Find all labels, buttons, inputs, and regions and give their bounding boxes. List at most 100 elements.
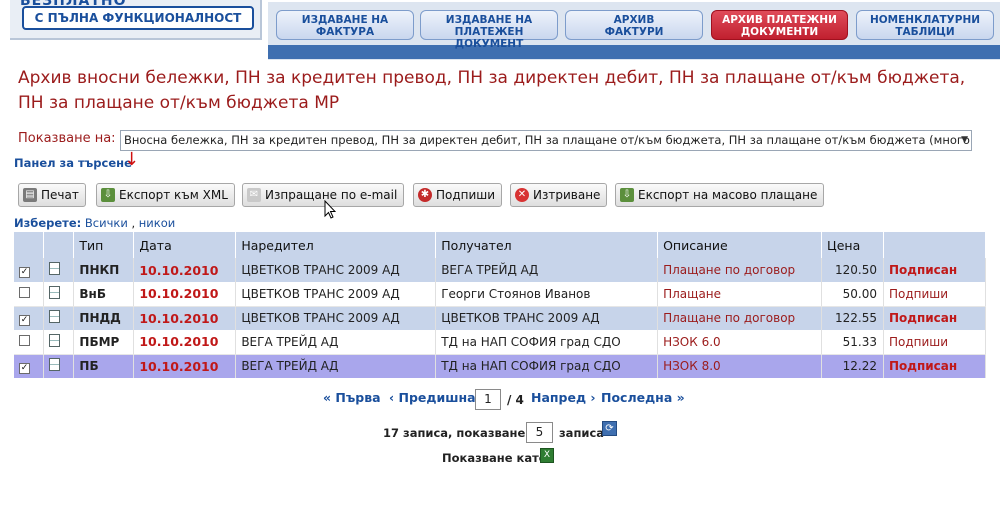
row-description: НЗОК 8.0 xyxy=(657,354,823,378)
print-button[interactable]: ▤ Печат xyxy=(18,183,86,207)
records-count-text: 17 записа, показване на xyxy=(383,426,545,440)
tab-issue-payment-document[interactable]: ИЗДАВАНЕ НА ПЛАТЕЖЕН ДОКУМЕНТ xyxy=(420,10,558,50)
print-button-label: Печат xyxy=(41,188,79,202)
document-icon[interactable] xyxy=(49,285,61,299)
row-sign-link[interactable]: Подпиши xyxy=(883,330,987,355)
row-description: Плащане по договор xyxy=(657,258,823,282)
export-icon: ⇩ xyxy=(101,188,115,202)
table-row[interactable]: ПБМР 10.10.2010 ВЕГА ТРЕЙД АД ТД на НАП … xyxy=(14,330,987,355)
tab-label-line1: ИЗДАВАНЕ НА xyxy=(445,14,533,26)
table-row[interactable]: ВнБ 10.10.2010 ЦВЕТКОВ ТРАНС 2009 АД Гео… xyxy=(14,282,987,307)
selection-line: Изберете: Всички , никои xyxy=(14,216,175,230)
header-description: Описание xyxy=(657,232,823,258)
row-payer: ВЕГА ТРЕЙД АД xyxy=(235,354,437,378)
row-payer: ЦВЕТКОВ ТРАНС 2009 АД xyxy=(235,282,437,307)
row-date: 10.10.2010 xyxy=(133,330,237,355)
row-price: 51.33 xyxy=(821,330,884,355)
row-checkbox-cell xyxy=(14,282,45,307)
table-row[interactable]: ✓ ПНДД 10.10.2010 ЦВЕТКОВ ТРАНС 2009 АД … xyxy=(14,306,987,330)
document-icon[interactable] xyxy=(49,333,61,347)
header-checkbox-col xyxy=(14,232,45,258)
row-price: 122.55 xyxy=(821,306,884,330)
row-checkbox[interactable] xyxy=(19,334,30,346)
tab-label-line1: ИЗДАВАНЕ НА xyxy=(301,14,389,26)
row-icon-cell xyxy=(43,258,75,282)
tab-archive-payment-documents[interactable]: АРХИВ ПЛАТЕЖНИ ДОКУМЕНТИ xyxy=(711,10,848,40)
row-payee: Георги Стоянов Иванов xyxy=(435,282,659,307)
delete-button[interactable]: ✕ Изтриване xyxy=(510,183,608,207)
export-icon: ⇩ xyxy=(620,188,634,202)
row-checkbox[interactable]: ✓ xyxy=(19,362,30,374)
document-icon[interactable] xyxy=(49,358,61,372)
arrow-down-icon: ↓ xyxy=(124,149,140,170)
row-type: ПНКП xyxy=(73,258,135,282)
export-bulk-payment-button[interactable]: ⇩ Експорт на масово плащане xyxy=(615,183,825,207)
row-checkbox[interactable]: ✓ xyxy=(19,314,30,326)
row-payee: ТД на НАП СОФИЯ град СДО xyxy=(435,330,659,355)
select-all-link[interactable]: Всички xyxy=(85,216,128,230)
row-date: 10.10.2010 xyxy=(133,258,237,282)
row-payee: ВЕГА ТРЕЙД АД xyxy=(435,258,659,282)
page-size-input[interactable]: 5 xyxy=(526,422,553,443)
document-icon[interactable] xyxy=(49,310,61,324)
printer-icon: ▤ xyxy=(23,188,37,202)
tab-label-line2: ТАБЛИЦИ xyxy=(895,26,955,38)
tab-label-line1: АРХИВ xyxy=(613,14,655,26)
document-type-selected: Вносна бележка, ПН за кредитен превод, П… xyxy=(124,133,972,147)
excel-export-icon[interactable]: X xyxy=(540,448,554,463)
row-status: Подписан xyxy=(883,258,987,282)
top-header: БЕЗПЛАТНО С ПЪЛНА ФУНКЦИОНАЛНОСТ ИЗДАВАН… xyxy=(0,0,1000,60)
export-bulk-payment-button-label: Експорт на масово плащане xyxy=(638,188,818,202)
tab-nomenclature-tables[interactable]: НОМЕНКЛАТУРНИ ТАБЛИЦИ xyxy=(856,10,994,40)
tab-label-line2: ПЛАТЕЖЕН ДОКУМЕНТ xyxy=(454,26,524,50)
row-type: ПНДД xyxy=(73,306,135,330)
row-checkbox-cell: ✓ xyxy=(14,306,45,330)
pager-previous[interactable]: ‹ Предишна xyxy=(389,390,476,405)
sign-button-label: Подпиши xyxy=(436,188,496,202)
refresh-icon[interactable]: ⟳ xyxy=(602,421,617,436)
tab-archive-invoices[interactable]: АРХИВ ФАКТУРИ xyxy=(565,10,703,40)
header-status xyxy=(883,232,987,258)
row-checkbox-cell xyxy=(14,330,45,355)
logo-badge: С ПЪЛНА ФУНКЦИОНАЛНОСТ xyxy=(22,6,254,30)
chevron-down-icon: ▼ xyxy=(961,135,968,145)
row-description: НЗОК 6.0 xyxy=(657,330,823,355)
pager-next[interactable]: Напред › xyxy=(531,390,596,405)
row-date: 10.10.2010 xyxy=(133,354,237,378)
row-checkbox[interactable] xyxy=(19,286,30,298)
selection-label: Изберете: xyxy=(14,216,82,230)
seal-icon: ✱ xyxy=(418,188,432,202)
table-row[interactable]: ✓ ПБ 10.10.2010 ВЕГА ТРЕЙД АД ТД на НАП … xyxy=(14,354,987,378)
mail-icon: ✉ xyxy=(247,188,261,202)
page-number-input[interactable]: 1 xyxy=(475,389,501,410)
table-row[interactable]: ✓ ПНКП 10.10.2010 ЦВЕТКОВ ТРАНС 2009 АД … xyxy=(14,258,987,282)
row-type: ПБ xyxy=(73,354,135,378)
row-checkbox[interactable]: ✓ xyxy=(19,266,30,278)
row-checkbox-cell: ✓ xyxy=(14,354,45,378)
document-type-select[interactable]: Вносна бележка, ПН за кредитен превод, П… xyxy=(120,130,972,151)
search-panel-toggle[interactable]: Панел за търсене xyxy=(14,156,132,170)
show-as-label: Показване като: xyxy=(442,451,552,465)
pager-last[interactable]: Последна » xyxy=(601,390,685,405)
tab-label-line2: ФАКТУРА xyxy=(315,26,375,38)
document-icon[interactable] xyxy=(49,262,61,275)
mouse-cursor-icon xyxy=(324,200,336,219)
row-date: 10.10.2010 xyxy=(133,306,237,330)
sign-button[interactable]: ✱ Подпиши xyxy=(413,183,503,207)
row-sign-link[interactable]: Подпиши xyxy=(883,282,987,307)
delete-icon: ✕ xyxy=(515,188,529,202)
select-none-link[interactable]: никои xyxy=(139,216,175,230)
header-price: Цена xyxy=(821,232,884,258)
tab-label-line2: ФАКТУРИ xyxy=(604,26,664,38)
header-type: Тип xyxy=(73,232,135,258)
pager-first[interactable]: « Първа xyxy=(323,390,381,405)
row-icon-cell xyxy=(43,306,75,330)
export-xml-button[interactable]: ⇩ Експорт към XML xyxy=(96,183,235,207)
export-xml-button-label: Експорт към XML xyxy=(119,188,228,202)
nav-band xyxy=(268,45,1000,59)
tab-label-line1: АРХИВ ПЛАТЕЖНИ xyxy=(722,14,837,26)
tab-label-line1: НОМЕНКЛАТУРНИ xyxy=(869,14,981,26)
tab-issue-invoice[interactable]: ИЗДАВАНЕ НА ФАКТУРА xyxy=(276,10,414,40)
delete-button-label: Изтриване xyxy=(533,188,601,202)
documents-table: Тип Дата Наредител Получател Описание Це… xyxy=(14,232,987,378)
